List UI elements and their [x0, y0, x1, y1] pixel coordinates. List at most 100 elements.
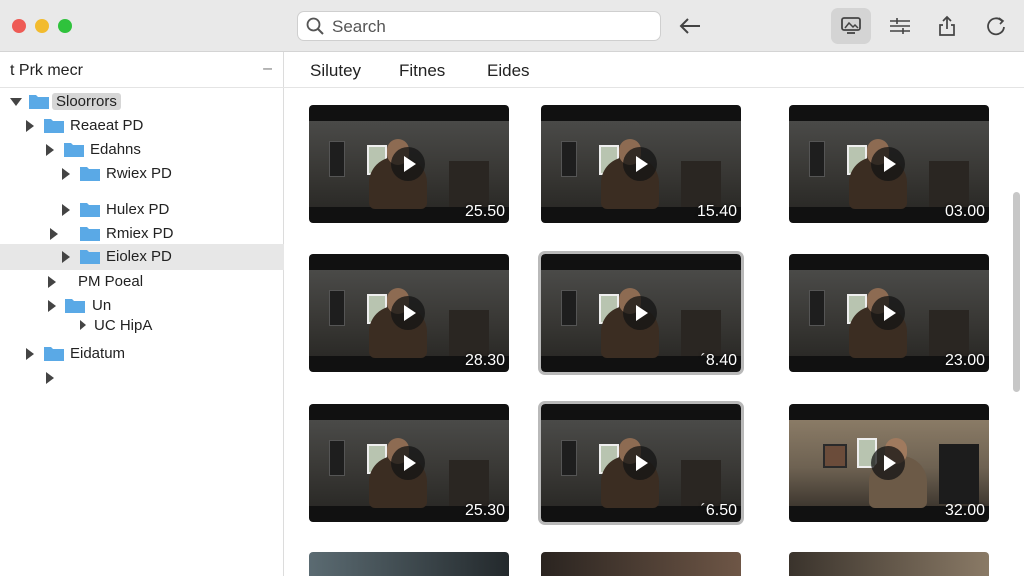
play-icon[interactable] — [391, 296, 425, 330]
refresh-button[interactable] — [976, 8, 1016, 44]
search-field[interactable] — [297, 11, 661, 41]
filter-lines-icon — [890, 18, 910, 34]
folder-icon — [80, 167, 100, 181]
video-duration: 23.00 — [944, 352, 985, 369]
play-icon[interactable] — [871, 296, 905, 330]
sidebar-item-sloorrors[interactable]: Sloorrors — [0, 90, 284, 114]
play-icon[interactable] — [623, 446, 657, 480]
sidebar-header: t Prk mecr – — [0, 52, 284, 88]
search-input[interactable] — [330, 15, 654, 39]
search-icon — [306, 17, 324, 35]
photo-monitor-icon — [841, 17, 861, 34]
video-duration: 15.40 — [696, 203, 737, 220]
sidebar-item-label: Edahns — [90, 141, 141, 158]
video-duration: 03.00 — [944, 203, 985, 220]
chevron-right-icon[interactable] — [26, 120, 34, 132]
play-icon[interactable] — [391, 147, 425, 181]
sidebar-item-pm-poeal[interactable]: PM Poeal — [0, 270, 284, 294]
sidebar-item-hulex-pd[interactable]: Hulex PD — [0, 198, 284, 222]
play-icon[interactable] — [391, 446, 425, 480]
sidebar-item-label: Rwiex PD — [106, 165, 172, 182]
chevron-right-icon[interactable] — [80, 320, 86, 330]
sidebar-item-rwiex-pd[interactable]: Rwiex PD — [0, 162, 284, 186]
vertical-scrollbar[interactable] — [1013, 192, 1020, 392]
video-thumbnail[interactable]: 25.30 — [309, 404, 509, 522]
sidebar: t Prk mecr – Sloorrors Reaeat PD Edahns … — [0, 52, 284, 576]
sidebar-item-unnamed[interactable] — [0, 366, 284, 390]
video-thumbnail-partial[interactable] — [541, 552, 741, 576]
chevron-right-icon[interactable] — [48, 300, 56, 312]
video-duration: ´8.40 — [700, 352, 737, 369]
sidebar-item-label: Un — [92, 297, 112, 314]
sidebar-item-reaeat-pd[interactable]: Reaeat PD — [0, 114, 284, 138]
back-button[interactable] — [670, 8, 710, 44]
play-icon[interactable] — [623, 147, 657, 181]
video-duration: ´6.50 — [700, 502, 737, 519]
sidebar-item-eiolex-pd[interactable]: Eiolex PD — [0, 244, 284, 270]
minimize-window-button[interactable] — [35, 19, 49, 33]
video-duration: 25.50 — [464, 203, 505, 220]
tab-fitnes[interactable]: Fitnes — [399, 61, 445, 81]
chevron-right-icon[interactable] — [46, 144, 54, 156]
sidebar-item-edahns[interactable]: Edahns — [0, 138, 284, 162]
chevron-right-icon[interactable] — [46, 372, 54, 384]
filter-button[interactable] — [880, 8, 920, 44]
title-bar — [0, 0, 1024, 52]
chevron-right-icon[interactable] — [48, 276, 56, 288]
video-thumbnail-partial[interactable] — [309, 552, 509, 576]
tab-bar: Silutey Fitnes Eides — [284, 52, 1024, 88]
video-thumbnail[interactable]: 32.00 — [789, 404, 989, 522]
tab-eides[interactable]: Eides — [487, 61, 530, 81]
zoom-window-button[interactable] — [58, 19, 72, 33]
video-thumbnail[interactable]: 03.00 — [789, 105, 989, 223]
sidebar-item-label: Reaeat PD — [70, 117, 144, 134]
video-thumbnail[interactable]: 25.50 — [309, 105, 509, 223]
sidebar-collapse-button[interactable]: – — [263, 60, 272, 78]
sidebar-item-label: Eiolex PD — [106, 248, 172, 265]
sidebar-item-label: Hulex PD — [106, 201, 170, 218]
folder-icon — [80, 227, 100, 241]
folder-icon — [29, 95, 49, 109]
tab-silutey[interactable]: Silutey — [310, 61, 361, 81]
video-thumbnail-partial[interactable] — [789, 552, 989, 576]
sidebar-item-label: UC HipA — [94, 317, 153, 334]
refresh-icon — [987, 17, 1005, 36]
chevron-right-icon[interactable] — [62, 204, 70, 216]
play-icon[interactable] — [623, 296, 657, 330]
video-thumbnail[interactable]: 28.30 — [309, 254, 509, 372]
folder-icon — [80, 250, 100, 264]
video-duration: 32.00 — [944, 502, 985, 519]
sidebar-item-label: Rmiex PD — [106, 225, 174, 242]
photo-view-button[interactable] — [831, 8, 871, 44]
chevron-right-icon[interactable] — [62, 251, 70, 263]
video-duration: 28.30 — [464, 352, 505, 369]
video-duration: 25.30 — [464, 502, 505, 519]
sidebar-item-rmiex-pd[interactable]: Rmiex PD — [0, 222, 284, 246]
folder-icon — [64, 143, 84, 157]
folder-icon — [44, 119, 64, 133]
video-thumbnail-selected[interactable]: ´8.40 — [538, 251, 744, 375]
share-button[interactable] — [927, 8, 967, 44]
chevron-right-icon[interactable] — [26, 348, 34, 360]
close-window-button[interactable] — [12, 19, 26, 33]
chevron-down-icon[interactable] — [10, 98, 22, 106]
sidebar-item-uc-hipa[interactable]: UC HipA — [0, 314, 284, 338]
video-thumbnail[interactable]: 15.40 — [541, 105, 741, 223]
folder-icon — [80, 203, 100, 217]
arrow-left-icon — [679, 18, 700, 34]
sidebar-item-label: Sloorrors — [52, 93, 121, 110]
folder-icon — [65, 299, 85, 313]
share-icon — [939, 15, 955, 36]
play-icon[interactable] — [871, 446, 905, 480]
main-content: Silutey Fitnes Eides 25.50 15.40 03.00 2… — [284, 52, 1024, 576]
sidebar-title: t Prk mecr — [10, 62, 83, 79]
video-thumbnail[interactable]: 23.00 — [789, 254, 989, 372]
chevron-right-icon[interactable] — [62, 168, 70, 180]
chevron-right-icon[interactable] — [50, 228, 58, 240]
sidebar-item-eidatum[interactable]: Eidatum — [0, 342, 284, 366]
video-grid: 25.50 15.40 03.00 28.30 ´8.40 23.00 25.3… — [284, 88, 1024, 576]
play-icon[interactable] — [871, 147, 905, 181]
sidebar-item-label: Eidatum — [70, 345, 126, 362]
video-thumbnail-selected[interactable]: ´6.50 — [538, 401, 744, 525]
folder-icon — [44, 347, 64, 361]
